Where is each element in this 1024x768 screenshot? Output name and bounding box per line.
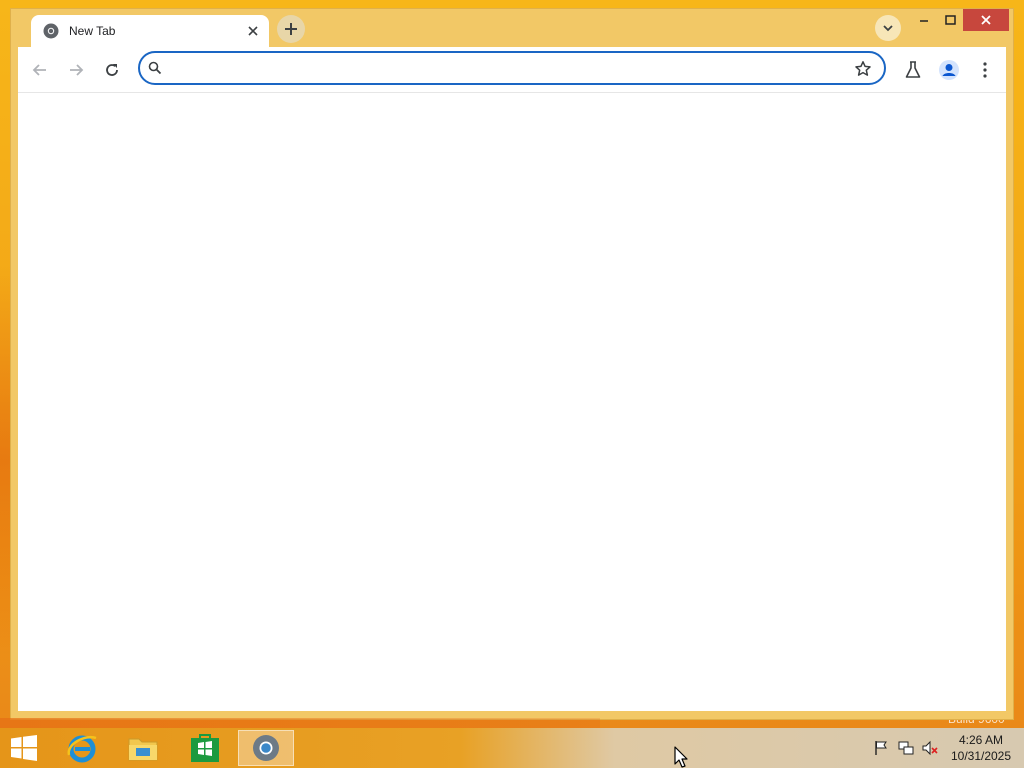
- forward-button[interactable]: [62, 56, 90, 84]
- flask-icon: [905, 61, 921, 78]
- browser-toolbar: [18, 47, 1006, 93]
- chevron-down-icon: [883, 25, 893, 32]
- avatar-icon: [939, 60, 959, 80]
- menu-button[interactable]: [974, 59, 996, 81]
- clock-time: 4:26 AM: [958, 733, 1004, 747]
- taskbar-chrome[interactable]: [238, 730, 294, 766]
- close-tab-icon[interactable]: [245, 23, 261, 39]
- plus-icon: [285, 23, 297, 35]
- system-clock[interactable]: 4:26 AM 10/31/2025: [944, 732, 1018, 764]
- tab-title: New Tab: [69, 24, 116, 38]
- tab-strip: New Tab: [11, 9, 1013, 47]
- back-button[interactable]: [26, 56, 54, 84]
- tab-new-tab[interactable]: New Tab: [31, 15, 269, 47]
- chrome-icon: [43, 23, 59, 39]
- search-icon: [148, 61, 162, 75]
- maximize-icon: [944, 15, 956, 25]
- arrow-right-icon: [70, 64, 84, 76]
- labs-button[interactable]: [902, 59, 924, 81]
- windows-logo-icon: [11, 735, 37, 761]
- address-input[interactable]: [174, 58, 838, 80]
- internet-explorer-icon: [67, 735, 97, 763]
- tab-search-button[interactable]: [875, 15, 901, 41]
- maximize-button[interactable]: [937, 9, 963, 31]
- close-icon: [981, 15, 991, 25]
- start-button[interactable]: [6, 733, 42, 763]
- folder-icon: [128, 738, 158, 761]
- address-bar[interactable]: [138, 51, 886, 85]
- network-icon[interactable]: [898, 740, 914, 756]
- minimize-button[interactable]: [911, 9, 937, 31]
- page-content: [18, 93, 1006, 711]
- volume-muted-icon[interactable]: [922, 740, 938, 756]
- taskbar: 4:26 AM 10/31/2025: [0, 728, 1024, 768]
- reload-button[interactable]: [98, 56, 126, 84]
- close-window-button[interactable]: [963, 9, 1009, 31]
- star-icon[interactable]: [854, 60, 872, 78]
- more-vertical-icon: [983, 62, 987, 78]
- chrome-icon: [253, 735, 279, 761]
- browser-window: New Tab: [10, 8, 1014, 720]
- clock-date: 10/31/2025: [950, 749, 1012, 763]
- mouse-cursor-icon: [674, 746, 688, 768]
- store-icon: [191, 734, 219, 762]
- action-center-flag-icon[interactable]: [873, 740, 889, 756]
- reload-icon: [106, 64, 118, 76]
- minimize-icon: [920, 20, 928, 22]
- profile-button[interactable]: [938, 59, 960, 81]
- taskbar-file-explorer[interactable]: [115, 730, 171, 766]
- taskbar-internet-explorer[interactable]: [54, 730, 110, 766]
- new-tab-button[interactable]: [277, 15, 305, 43]
- arrow-left-icon: [32, 64, 46, 76]
- taskbar-store[interactable]: [177, 730, 233, 766]
